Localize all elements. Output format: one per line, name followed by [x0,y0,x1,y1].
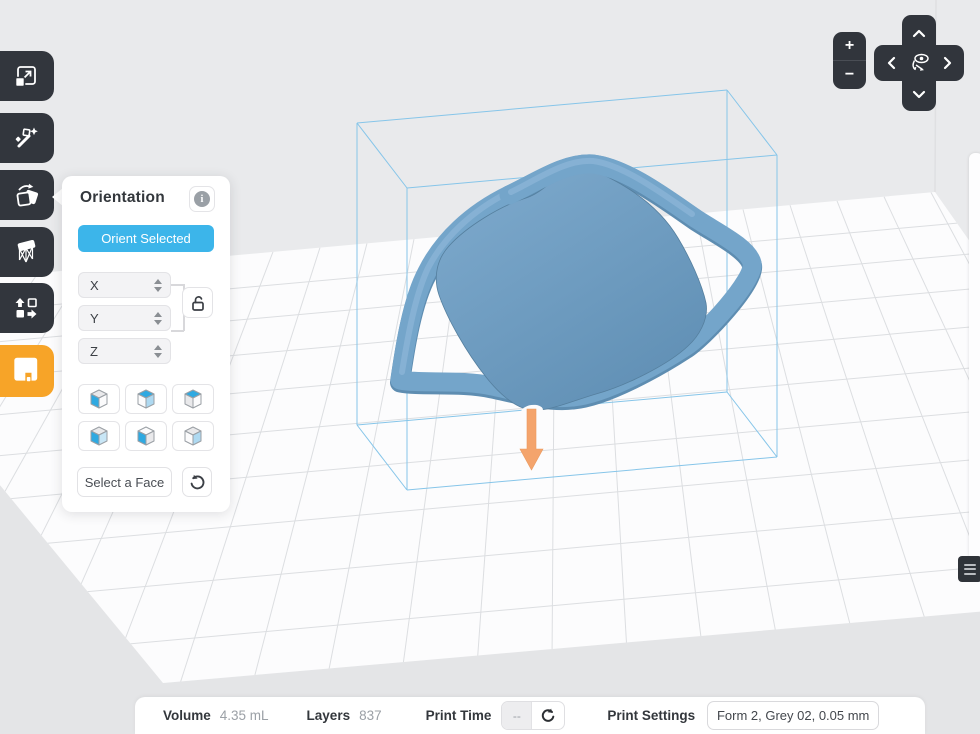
scale-icon [13,63,39,89]
scale-tool-button[interactable] [0,51,54,101]
zoom-in-button[interactable]: + [833,32,866,61]
orientation-icon [12,181,40,209]
orient-cube-button-3[interactable] [172,384,214,414]
print-settings-selector[interactable]: Form 2, Grey 02, 0.05 mm [707,701,879,730]
cube-face-top-right-icon [134,388,158,410]
orient-cube-button-6[interactable] [172,421,214,451]
chevron-right-icon [943,56,952,70]
info-icon: i [194,191,210,207]
refresh-icon [540,708,556,724]
axis-y-label: Y [90,311,154,326]
print-time-control[interactable]: -- [501,701,565,730]
axis-x-stepper[interactable] [154,279,162,292]
axis-x-label: X [90,278,154,293]
axis-y-field[interactable]: Y [78,305,171,331]
axis-z-field[interactable]: Z [78,338,171,364]
volume-label: Volume [163,708,211,723]
orient-cube-button-4[interactable] [78,421,120,451]
orient-selected-button[interactable]: Orient Selected [78,225,214,252]
zoom-control: + − [833,32,866,89]
layout-icon [13,295,39,321]
reset-orientation-button[interactable] [182,467,212,497]
axis-z-stepper[interactable] [154,345,162,358]
cartridge-icon [13,356,39,386]
orbit-view-button[interactable] [904,48,934,78]
pan-right-button[interactable] [932,48,962,78]
pan-up-button[interactable] [904,18,934,48]
lock-bracket-top [171,284,184,286]
supports-tool-button[interactable] [0,227,54,277]
one-click-print-tool-button[interactable] [0,113,54,163]
magic-wand-icon [13,125,39,151]
cube-face-top-icon [181,388,205,410]
axis-lock-button[interactable] [182,287,213,318]
zoom-out-button[interactable]: − [833,61,866,89]
orient-cube-button-2[interactable] [125,384,167,414]
orient-cube-button-5[interactable] [125,421,167,451]
layout-tool-button[interactable] [0,283,54,333]
supports-icon [13,239,39,265]
print-settings-label: Print Settings [607,708,695,723]
pan-down-button[interactable] [904,79,934,109]
status-bar: Volume 4.35 mL Layers 837 Print Time -- … [135,697,925,734]
layer-slider-handle[interactable] [958,556,980,582]
select-a-face-button[interactable]: Select a Face [77,467,172,497]
layers-value: 837 [359,708,382,723]
orientation-panel: Orientation i Orient Selected X Y Z [62,176,230,512]
orbit-eye-icon [907,51,931,75]
axis-x-field[interactable]: X [78,272,171,298]
info-button[interactable]: i [189,186,215,212]
cube-face-front-icon [87,388,111,410]
axis-z-label: Z [90,344,154,359]
chevron-up-icon [912,29,926,38]
pan-left-button[interactable] [876,48,906,78]
cube-face-left-icon [134,425,158,447]
print-button[interactable] [0,345,54,397]
cube-face-front-bottom-icon [87,425,111,447]
orientation-tool-button[interactable] [0,170,54,220]
layers-label: Layers [307,708,351,723]
unlock-icon [189,294,207,312]
reset-icon [189,474,206,491]
print-time-value: -- [502,702,532,729]
layer-slider-track[interactable] [969,153,980,560]
volume-value: 4.35 mL [220,708,269,723]
chevron-down-icon [912,90,926,99]
orient-cube-button-1[interactable] [78,384,120,414]
cube-face-bottom-icon [181,425,205,447]
lock-bracket-bottom [171,330,184,332]
panel-title: Orientation [80,189,165,207]
chevron-left-icon [887,56,896,70]
print-time-label: Print Time [426,708,492,723]
preform-window: Orientation i Orient Selected X Y Z [0,0,980,734]
recalculate-button[interactable] [532,702,564,729]
axis-y-stepper[interactable] [154,312,162,325]
